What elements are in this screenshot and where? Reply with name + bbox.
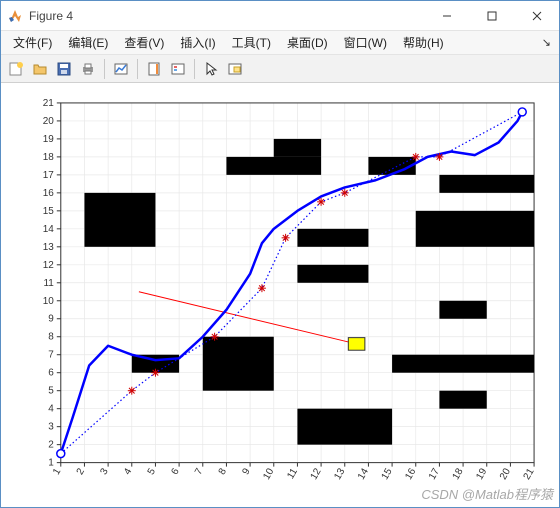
window-buttons <box>424 1 559 30</box>
y-tick-label: 4 <box>48 404 54 415</box>
y-tick-label: 19 <box>43 134 55 145</box>
toolbar-separator <box>137 59 138 79</box>
x-tick-label: 5 <box>146 466 159 477</box>
x-tick-label: 10 <box>261 466 276 481</box>
obstacle-rect <box>439 175 534 193</box>
menubar: 文件(F) 编辑(E) 查看(V) 插入(I) 工具(T) 桌面(D) 窗口(W… <box>1 31 559 55</box>
red-line <box>139 292 357 344</box>
waypoint-marker <box>282 234 290 242</box>
obstacle-rect <box>439 301 486 319</box>
x-tick-label: 3 <box>98 466 111 477</box>
y-tick-label: 17 <box>43 170 55 181</box>
toolbar-separator <box>104 59 105 79</box>
new-figure-icon[interactable] <box>5 58 27 80</box>
print-icon[interactable] <box>77 58 99 80</box>
obstacle-rect <box>392 355 534 373</box>
menu-tools[interactable]: 工具(T) <box>224 32 279 53</box>
x-tick-label: 14 <box>356 466 371 481</box>
insert-legend-icon[interactable] <box>167 58 189 80</box>
matlab-icon <box>7 8 23 24</box>
obstacle-rect <box>297 229 368 247</box>
menu-view[interactable]: 查看(V) <box>116 32 172 53</box>
toolbar <box>1 55 559 83</box>
toolbar-separator <box>194 59 195 79</box>
x-tick-label: 13 <box>332 466 347 481</box>
waypoint-marker <box>128 387 136 395</box>
x-tick-label: 15 <box>380 466 395 481</box>
obstacle-rect <box>297 265 368 283</box>
link-plot-icon[interactable] <box>110 58 132 80</box>
open-icon[interactable] <box>29 58 51 80</box>
close-button[interactable] <box>514 1 559 30</box>
x-tick-label: 12 <box>309 466 324 481</box>
menu-overflow-icon[interactable]: ↘ <box>542 36 555 49</box>
pointer-icon[interactable] <box>200 58 222 80</box>
waypoint-marker <box>211 333 219 341</box>
y-tick-label: 20 <box>43 116 55 127</box>
y-tick-label: 5 <box>48 386 54 397</box>
x-tick-label: 11 <box>285 466 300 481</box>
obstacle-rect <box>274 139 321 157</box>
y-tick-label: 18 <box>43 152 55 163</box>
y-tick-label: 9 <box>48 314 54 325</box>
y-tick-label: 21 <box>43 98 55 109</box>
waypoint-marker <box>341 189 349 197</box>
obstacle-rect <box>297 409 392 445</box>
y-tick-label: 16 <box>43 188 55 199</box>
x-tick-label: 9 <box>240 466 253 477</box>
menu-file[interactable]: 文件(F) <box>5 32 60 53</box>
x-tick-label: 18 <box>451 466 466 481</box>
obstacle-rect <box>226 157 321 175</box>
y-tick-label: 13 <box>43 242 55 253</box>
y-tick-label: 7 <box>48 350 54 361</box>
y-tick-label: 12 <box>43 260 55 271</box>
y-tick-label: 2 <box>48 440 54 451</box>
y-tick-label: 6 <box>48 368 54 379</box>
x-tick-label: 8 <box>217 466 230 477</box>
minimize-button[interactable] <box>424 1 469 30</box>
y-tick-label: 3 <box>48 422 54 433</box>
waypoint-marker <box>258 284 266 292</box>
obstacle-rect <box>416 211 534 247</box>
x-tick-label: 7 <box>193 466 206 477</box>
waypoint-marker <box>435 153 443 161</box>
menu-help[interactable]: 帮助(H) <box>395 32 452 53</box>
x-tick-label: 17 <box>427 466 442 481</box>
menu-edit[interactable]: 编辑(E) <box>60 32 116 53</box>
goal-marker <box>518 108 526 116</box>
y-tick-label: 8 <box>48 332 54 343</box>
menu-window[interactable]: 窗口(W) <box>336 32 395 53</box>
plot-area[interactable]: 1234567891011121314151617181920211234567… <box>1 83 559 507</box>
x-tick-label: 19 <box>474 466 489 481</box>
obstacle-rect <box>439 391 486 409</box>
obstacle-rect <box>203 337 274 391</box>
y-tick-label: 15 <box>43 206 55 217</box>
start-marker <box>57 450 65 458</box>
window-title: Figure 4 <box>29 9 424 23</box>
target-square <box>348 338 365 351</box>
x-tick-label: 4 <box>122 466 135 477</box>
x-tick-label: 21 <box>522 466 537 481</box>
x-tick-label: 20 <box>498 466 513 481</box>
waypoint-marker <box>151 369 159 377</box>
x-tick-label: 16 <box>403 466 418 481</box>
y-tick-label: 10 <box>43 296 55 307</box>
y-tick-label: 14 <box>43 224 55 235</box>
obstacle-rect <box>84 193 155 247</box>
brush-icon[interactable] <box>224 58 246 80</box>
titlebar: Figure 4 <box>1 1 559 31</box>
x-tick-label: 2 <box>75 466 88 477</box>
maximize-button[interactable] <box>469 1 514 30</box>
x-tick-label: 6 <box>169 466 182 477</box>
x-tick-label: 1 <box>51 466 64 477</box>
figure-window: Figure 4 文件(F) 编辑(E) 查看(V) 插入(I) 工具(T) 桌… <box>0 0 560 508</box>
save-icon[interactable] <box>53 58 75 80</box>
y-tick-label: 11 <box>43 278 54 289</box>
menu-desktop[interactable]: 桌面(D) <box>279 32 336 53</box>
axes[interactable]: 1234567891011121314151617181920211234567… <box>1 83 559 507</box>
menu-insert[interactable]: 插入(I) <box>172 32 223 53</box>
insert-colorbar-icon[interactable] <box>143 58 165 80</box>
